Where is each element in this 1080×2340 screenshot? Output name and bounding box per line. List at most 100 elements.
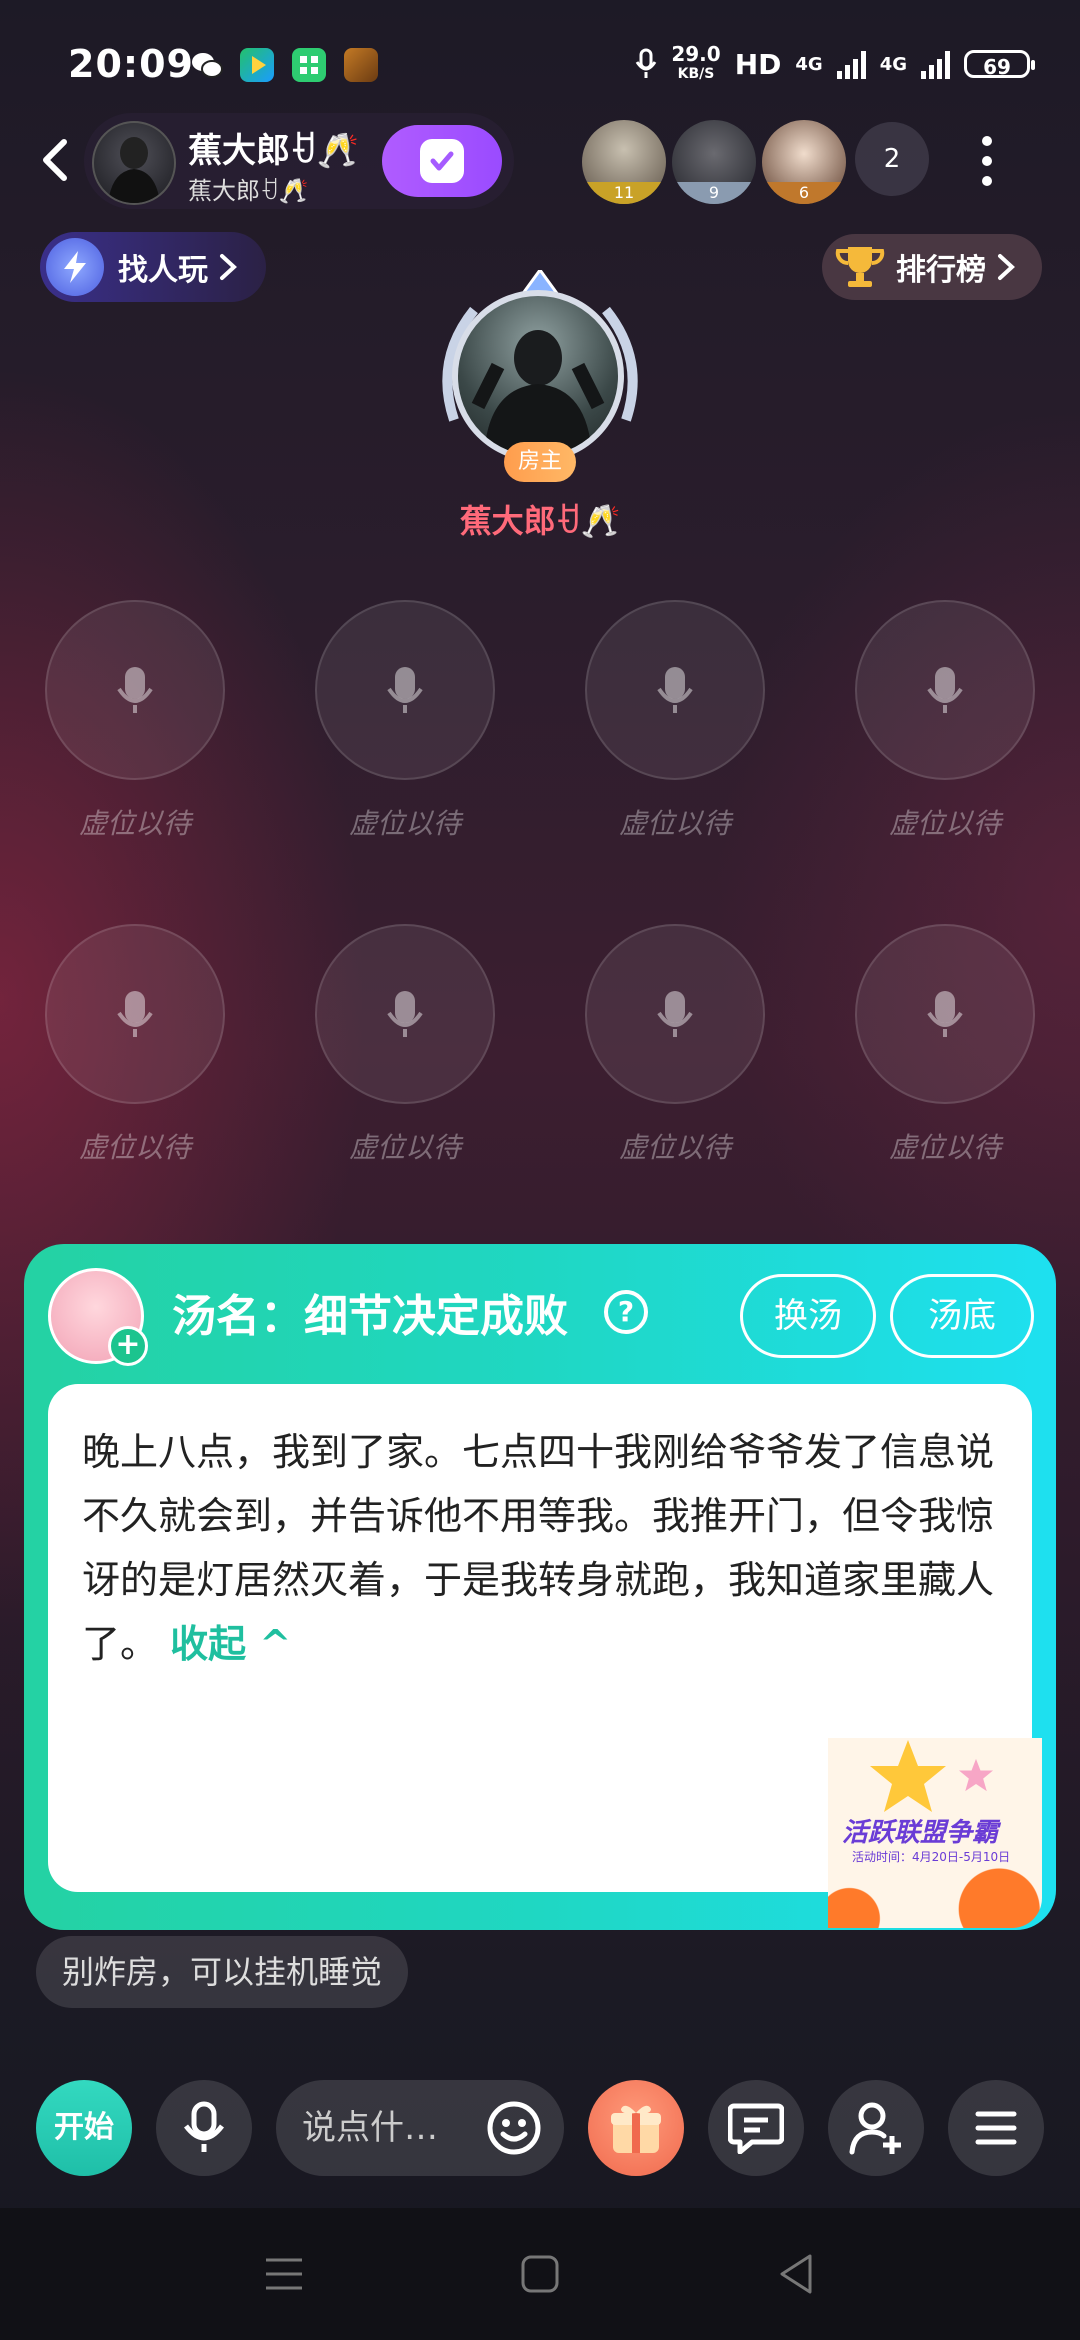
back-button[interactable] — [26, 130, 86, 190]
chevron-left-icon — [43, 139, 67, 181]
more-menu-button[interactable] — [962, 130, 1012, 190]
mic-icon — [927, 667, 963, 713]
room-owner-card[interactable]: 蕉大郎ꀀ🥂 蕉大郎ꀀ🥂 — [84, 113, 514, 209]
network-4g-1: 4G — [795, 53, 823, 75]
net-speed-unit: KB/S — [677, 66, 715, 82]
audience-level-badge: 11 — [582, 182, 666, 204]
chat-input[interactable]: 说点什… — [276, 2080, 564, 2176]
seat-label: 虚位以待 — [618, 1131, 731, 1164]
audience-level-badge: 6 — [762, 182, 846, 204]
add-user-icon — [849, 2102, 901, 2155]
status-time: 20:09 — [68, 42, 194, 86]
gift-button[interactable] — [588, 2080, 684, 2176]
leaderboard-button[interactable]: 排行榜 — [822, 234, 1042, 300]
find-players-label: 找人玩 — [118, 253, 208, 288]
signal-icon-2 — [921, 49, 950, 79]
status-bar: 20:09 29.0 KB/S HD 4G 4G 69 — [0, 0, 1080, 110]
menu-button[interactable] — [948, 2080, 1044, 2176]
back-nav-icon[interactable] — [776, 2252, 816, 2296]
star-icon — [959, 1758, 993, 1792]
net-speed-value: 29.0 — [671, 42, 721, 66]
status-right: 29.0 KB/S HD 4G 4G 69 — [635, 44, 1035, 84]
star-icon — [870, 1740, 946, 1812]
seat-label: 虚位以待 — [348, 1131, 461, 1164]
follow-button[interactable] — [382, 125, 502, 197]
help-icon[interactable]: ? — [604, 1290, 648, 1334]
chat-bubble-icon — [728, 2103, 784, 2154]
empty-seat[interactable] — [585, 600, 765, 780]
empty-seat[interactable] — [315, 924, 495, 1104]
lightning-icon — [46, 238, 104, 296]
mic-icon — [657, 667, 693, 713]
find-players-button[interactable]: 找人玩 — [40, 232, 266, 302]
event-promo-banner[interactable]: 活跃联盟争霸 活动时间：4月20日-5月10日 — [828, 1738, 1042, 1928]
start-game-button[interactable]: 开始 — [36, 2080, 132, 2176]
message-button[interactable] — [708, 2080, 804, 2176]
game-app-icon — [344, 48, 378, 82]
empty-seat[interactable] — [315, 600, 495, 780]
mic-status-icon — [636, 48, 657, 78]
host-name: 蕉大郎ꀀ🥂 — [459, 502, 621, 540]
empty-seat[interactable] — [45, 924, 225, 1104]
gift-icon — [611, 2105, 661, 2153]
grid-app-icon — [292, 48, 326, 82]
seat-label: 虚位以待 — [348, 807, 461, 840]
audience-level-badge: 9 — [672, 182, 756, 204]
system-nav-bar — [0, 2208, 1080, 2340]
soup-answer-button[interactable]: 汤底 — [890, 1274, 1034, 1358]
network-4g-2: 4G — [879, 53, 907, 75]
empty-seat[interactable] — [45, 600, 225, 780]
audience-count[interactable]: 2 — [855, 122, 929, 196]
mic-icon — [927, 991, 963, 1037]
promo-title: 活跃联盟争霸 — [842, 1818, 999, 1848]
seat-label: 虚位以待 — [78, 1131, 191, 1164]
owner-avatar[interactable] — [92, 121, 176, 205]
change-soup-button[interactable]: 换汤 — [740, 1274, 876, 1358]
home-icon[interactable] — [520, 2254, 560, 2294]
owner-subtitle: 蕉大郎ꀀ🥂 — [188, 177, 309, 205]
story-text: 晚上八点，我到了家。七点四十我刚给爷爷发了信息说不久就会到，并告诉他不用等我。我… — [82, 1420, 1002, 1676]
host-badge: 房主 — [504, 442, 576, 482]
signal-icon-1 — [836, 49, 866, 79]
mic-button[interactable] — [156, 2080, 252, 2176]
empty-seat[interactable] — [585, 924, 765, 1104]
soup-title: 汤名：细节决定成败 — [172, 1291, 568, 1342]
audience-avatar-1[interactable]: 11 — [582, 120, 666, 204]
mic-icon — [387, 667, 423, 713]
seat-label: 虚位以待 — [888, 807, 1001, 840]
hamburger-icon — [975, 2111, 1017, 2145]
owner-name: 蕉大郎ꀀ🥂 — [188, 131, 359, 171]
audience-avatar-2[interactable]: 9 — [672, 120, 756, 204]
hd-indicator: HD — [734, 47, 782, 81]
net-speed: 29.0 KB/S — [671, 44, 720, 84]
video-app-icon — [240, 48, 274, 82]
audience-avatar-3[interactable]: 6 — [762, 120, 846, 204]
seat-label: 虚位以待 — [618, 807, 731, 840]
emoji-icon[interactable] — [486, 2100, 542, 2156]
collapse-link[interactable]: 收起 ^ — [170, 1621, 291, 1666]
empty-seat[interactable] — [855, 924, 1035, 1104]
chat-placeholder: 说点什… — [302, 2108, 438, 2148]
chevron-right-icon — [220, 254, 237, 280]
room-hint-chip: 别炸房，可以挂机睡觉 — [36, 1936, 409, 2008]
battery-icon: 69 — [964, 50, 1035, 79]
microphone-icon — [184, 2101, 224, 2152]
trophy-icon — [835, 247, 885, 287]
empty-seat[interactable] — [855, 600, 1035, 780]
mic-icon — [657, 991, 693, 1037]
leaderboard-label: 排行榜 — [896, 253, 986, 288]
host-avatar[interactable] — [452, 290, 624, 462]
host-seat[interactable]: 房主 — [434, 270, 646, 482]
recent-apps-icon[interactable] — [262, 2254, 306, 2294]
seat-label: 虚位以待 — [888, 1131, 1001, 1164]
add-icon[interactable]: + — [108, 1326, 148, 1366]
mic-icon — [387, 991, 423, 1037]
promo-subtitle: 活动时间：4月20日-5月10日 — [852, 1850, 1011, 1864]
check-icon — [420, 139, 464, 183]
chevron-right-icon — [998, 254, 1015, 280]
mic-icon — [117, 991, 153, 1037]
add-friend-button[interactable] — [828, 2080, 924, 2176]
mic-icon — [117, 667, 153, 713]
wechat-icon — [190, 48, 224, 82]
seat-label: 虚位以待 — [78, 807, 191, 840]
